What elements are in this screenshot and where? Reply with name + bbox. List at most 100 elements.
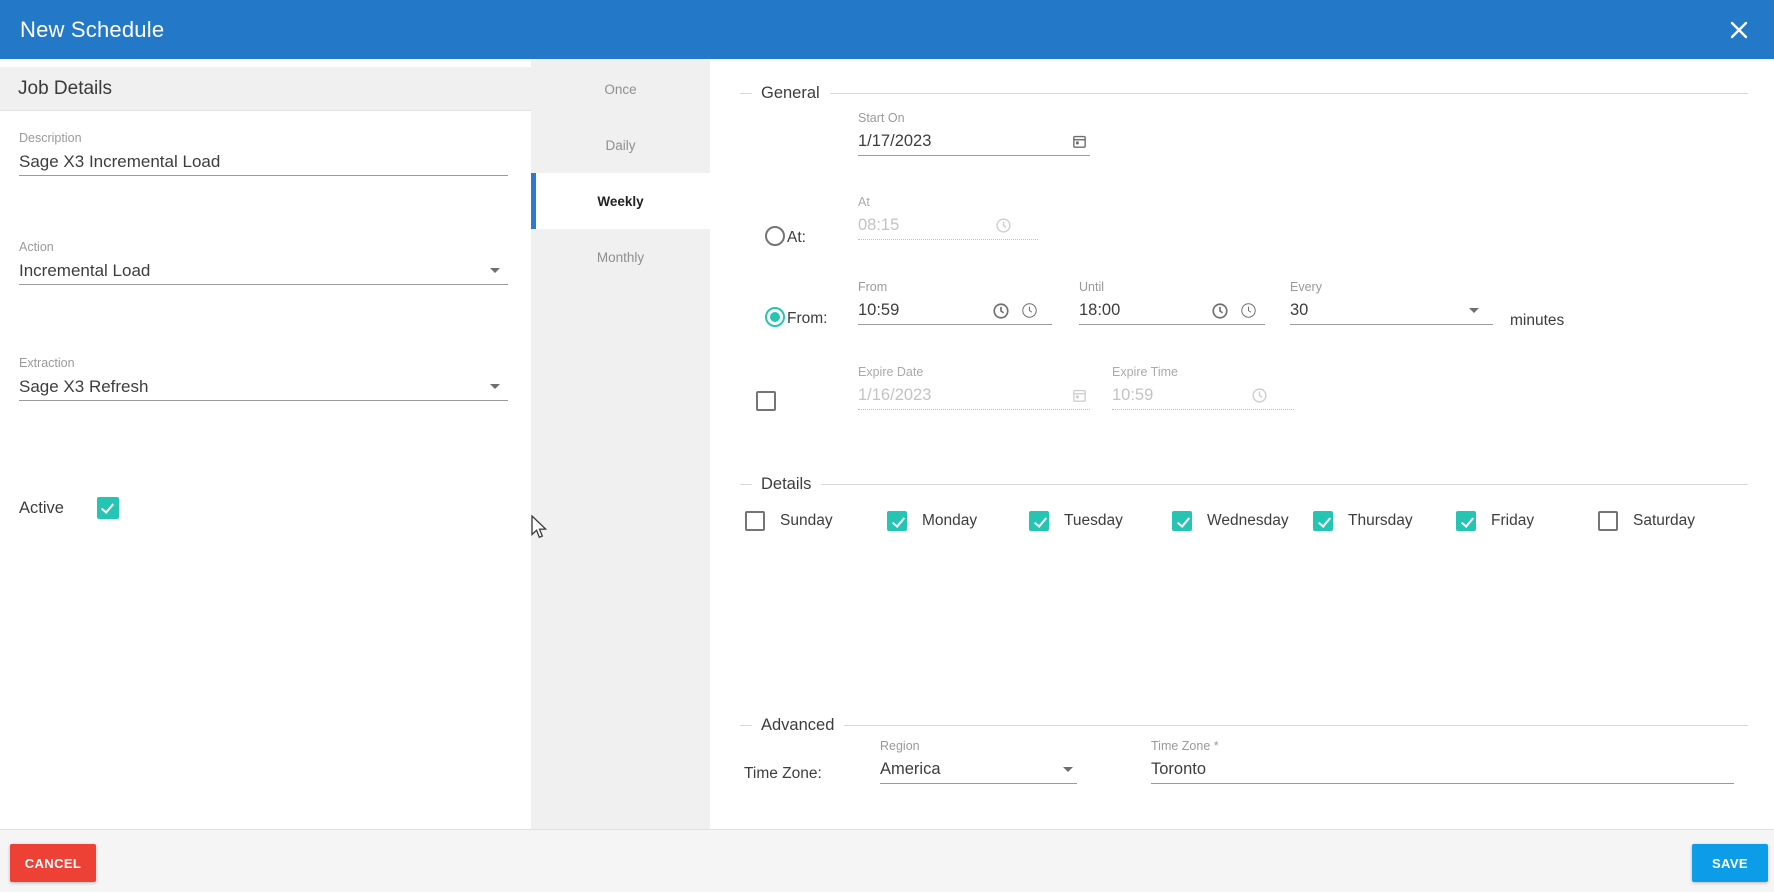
at-time-field[interactable]: At 08:15 — [858, 195, 1038, 240]
day-checkbox-saturday[interactable]: Saturday — [1598, 511, 1695, 531]
active-row: Active — [19, 497, 119, 519]
description-label: Description — [19, 131, 508, 145]
general-legend-text: General — [761, 84, 820, 103]
from-time-field[interactable]: From 10:59 — [858, 280, 1052, 325]
expire-date-value: 1/16/2023 — [858, 386, 931, 405]
close-icon — [1727, 18, 1751, 42]
every-select[interactable]: Every 30 — [1290, 280, 1493, 325]
time-zone-label: Time Zone * — [1151, 739, 1734, 753]
tab-once-label: Once — [604, 82, 636, 97]
day-label: Wednesday — [1207, 512, 1289, 530]
at-radio[interactable] — [765, 226, 785, 246]
tab-daily[interactable]: Daily — [531, 117, 710, 173]
extraction-select[interactable]: Extraction Sage X3 Refresh — [19, 356, 508, 401]
checkbox-icon — [1456, 511, 1476, 531]
day-label: Sunday — [780, 512, 833, 530]
general-section-legend: General — [740, 83, 1748, 103]
active-checkbox[interactable] — [97, 497, 119, 519]
day-label: Tuesday — [1064, 512, 1123, 530]
start-on-label: Start On — [858, 111, 1090, 125]
at-time-label: At — [858, 195, 1038, 209]
clock-icon — [995, 217, 1012, 234]
tab-once[interactable]: Once — [531, 61, 710, 117]
day-checkbox-friday[interactable]: Friday — [1456, 511, 1534, 531]
calendar-icon[interactable] — [1071, 133, 1088, 150]
checkbox-icon — [1029, 511, 1049, 531]
action-value[interactable]: Incremental Load — [19, 261, 150, 281]
frequency-tabs: Once Daily Weekly Monthly — [531, 59, 710, 829]
chevron-down-icon[interactable] — [490, 268, 500, 273]
until-time-field[interactable]: Until 18:00 — [1079, 280, 1265, 325]
schedule-settings-panel: General Start On 1/17/2023 At: At 08:15 … — [710, 59, 1774, 829]
chevron-down-icon[interactable] — [490, 384, 500, 389]
day-checkbox-thursday[interactable]: Thursday — [1313, 511, 1413, 531]
day-label: Thursday — [1348, 512, 1413, 530]
tab-weekly-label: Weekly — [597, 194, 643, 209]
start-on-value[interactable]: 1/17/2023 — [858, 132, 931, 151]
until-time-value[interactable]: 18:00 — [1079, 301, 1120, 320]
time-zone-row-label: Time Zone: — [744, 765, 822, 783]
dialog-title: New Schedule — [20, 17, 164, 43]
tab-monthly-label: Monthly — [597, 250, 644, 265]
checkbox-icon — [887, 511, 907, 531]
expire-time-label: Expire Time — [1112, 365, 1294, 379]
extraction-value[interactable]: Sage X3 Refresh — [19, 377, 148, 397]
job-details-header: Job Details — [0, 67, 531, 111]
checkbox-icon — [1172, 511, 1192, 531]
expire-date-field[interactable]: Expire Date 1/16/2023 — [858, 365, 1090, 410]
clock-icon — [1251, 387, 1268, 404]
dialog-footer: CANCEL SAVE — [0, 829, 1774, 892]
every-value[interactable]: 30 — [1290, 301, 1308, 320]
chevron-down-icon[interactable] — [1063, 767, 1073, 772]
checkbox-icon — [1313, 511, 1333, 531]
day-checkbox-tuesday[interactable]: Tuesday — [1029, 511, 1123, 531]
at-time-value: 08:15 — [858, 216, 899, 235]
tab-monthly[interactable]: Monthly — [531, 229, 710, 285]
clock-outline-icon[interactable] — [1021, 302, 1038, 319]
checkbox-icon — [745, 511, 765, 531]
extraction-label: Extraction — [19, 356, 508, 370]
region-select[interactable]: Region America — [880, 739, 1077, 784]
clock-icon[interactable] — [992, 302, 1010, 320]
every-label: Every — [1290, 280, 1493, 294]
time-zone-value[interactable]: Toronto — [1151, 760, 1206, 779]
from-time-value[interactable]: 10:59 — [858, 301, 899, 320]
chevron-down-icon[interactable] — [1469, 308, 1479, 313]
cancel-button[interactable]: CANCEL — [10, 844, 96, 882]
tab-weekly[interactable]: Weekly — [531, 173, 710, 229]
time-zone-field[interactable]: Time Zone * Toronto — [1151, 739, 1734, 784]
day-checkbox-sunday[interactable]: Sunday — [745, 511, 833, 531]
at-radio-label: At: — [787, 229, 806, 247]
details-section-legend: Details — [740, 474, 1748, 494]
until-time-label: Until — [1079, 280, 1265, 294]
expire-checkbox[interactable] — [756, 391, 776, 411]
description-field[interactable]: Description Sage X3 Incremental Load — [19, 131, 508, 176]
dialog-header: New Schedule — [0, 0, 1774, 59]
tab-daily-label: Daily — [605, 138, 635, 153]
description-value[interactable]: Sage X3 Incremental Load — [19, 152, 220, 172]
day-label: Friday — [1491, 512, 1534, 530]
save-button[interactable]: SAVE — [1692, 844, 1768, 882]
region-label: Region — [880, 739, 1077, 753]
calendar-icon — [1071, 387, 1088, 404]
checkbox-icon — [1598, 511, 1618, 531]
day-label: Monday — [922, 512, 977, 530]
action-select[interactable]: Action Incremental Load — [19, 240, 508, 285]
advanced-legend-text: Advanced — [761, 716, 834, 735]
from-radio[interactable] — [765, 307, 785, 327]
start-on-field[interactable]: Start On 1/17/2023 — [858, 111, 1090, 156]
expire-date-label: Expire Date — [858, 365, 1090, 379]
advanced-section-legend: Advanced — [740, 715, 1748, 735]
day-checkbox-monday[interactable]: Monday — [887, 511, 977, 531]
region-value[interactable]: America — [880, 760, 941, 779]
day-label: Saturday — [1633, 512, 1695, 530]
clock-icon[interactable] — [1211, 302, 1229, 320]
job-details-panel: Job Details Description Sage X3 Incremen… — [0, 59, 531, 829]
day-checkbox-wednesday[interactable]: Wednesday — [1172, 511, 1289, 531]
details-legend-text: Details — [761, 475, 811, 494]
close-button[interactable] — [1724, 15, 1754, 45]
expire-time-field[interactable]: Expire Time 10:59 — [1112, 365, 1294, 410]
from-radio-label: From: — [787, 310, 827, 328]
expire-time-value: 10:59 — [1112, 386, 1153, 405]
clock-outline-icon[interactable] — [1240, 302, 1257, 319]
